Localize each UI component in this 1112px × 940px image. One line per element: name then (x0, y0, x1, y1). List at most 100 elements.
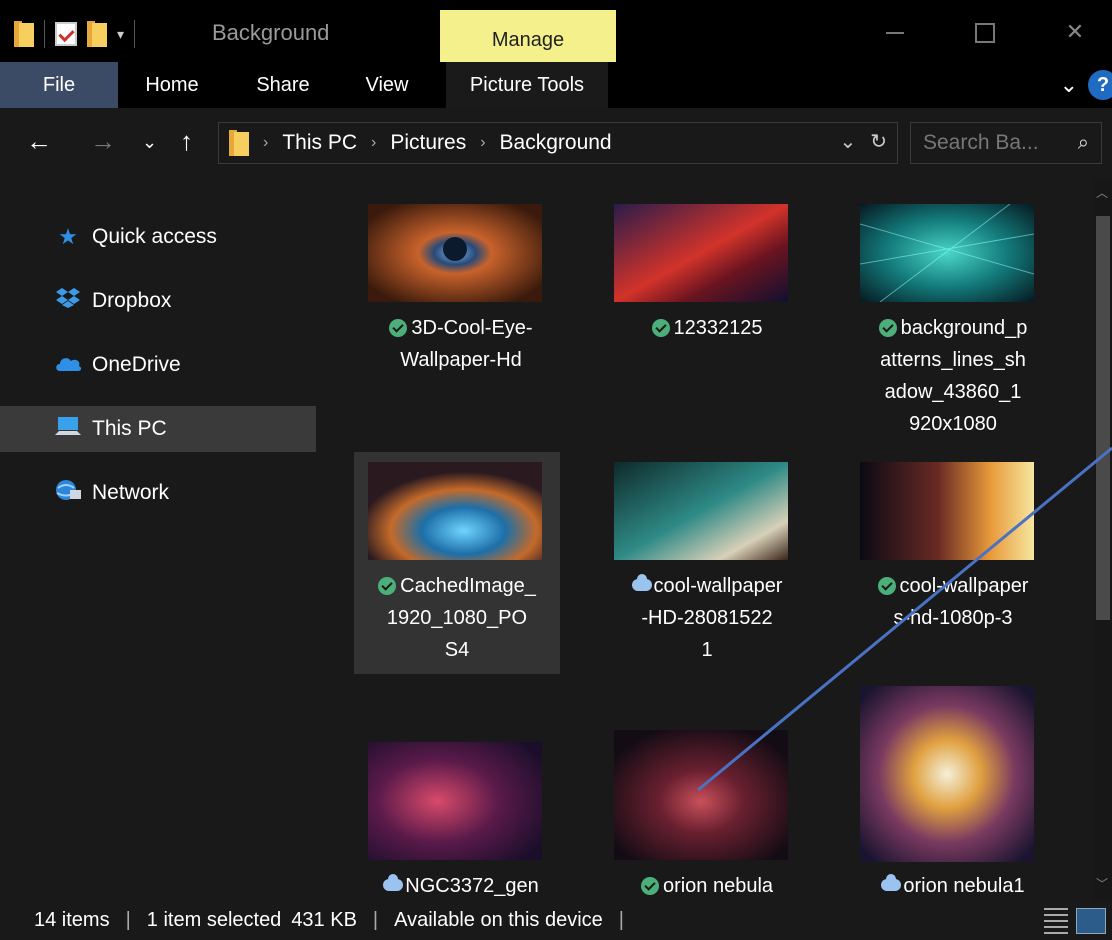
tab-manage[interactable]: Manage (440, 10, 616, 64)
address-bar[interactable]: › This PC › Pictures › Background ⌄ ↻ (218, 122, 898, 164)
tab-picture-tools[interactable]: Picture Tools (446, 62, 608, 108)
sidebar-item-dropbox[interactable]: Dropbox (0, 278, 316, 324)
chevron-right-icon[interactable]: › (263, 134, 268, 152)
forward-arrow-icon[interactable]: → (90, 126, 116, 157)
thumbnail-image (368, 204, 542, 302)
chevron-right-icon[interactable]: › (480, 134, 485, 152)
new-folder-icon[interactable] (87, 21, 107, 47)
up-arrow-icon[interactable]: ↑ (180, 126, 193, 157)
ribbon-tabs: File Home Share View Picture Tools ⌄ ? (0, 62, 1112, 108)
file-name: CachedImage_ 1920_1080_PO S4 (354, 570, 560, 666)
search-input[interactable]: Search Ba... ⌕ (910, 122, 1102, 164)
file-item[interactable]: orion nebula (604, 720, 810, 900)
breadcrumb-pictures[interactable]: Pictures (390, 131, 466, 155)
file-name: NGC3372_gen (358, 870, 564, 900)
sidebar-item-label: Quick access (92, 225, 217, 248)
file-name: orion nebula1 (850, 870, 1056, 900)
star-icon: ★ (58, 224, 78, 249)
scroll-up-arrow-icon[interactable]: ︿ (1096, 184, 1108, 201)
back-arrow-icon[interactable]: ← (26, 126, 52, 157)
file-item[interactable]: cool-wallpaper s-hd-1080p-3 (850, 452, 1056, 674)
sidebar-item-quick-access[interactable]: ★ Quick access (0, 214, 316, 260)
search-icon[interactable]: ⌕ (1078, 132, 1089, 155)
tab-view[interactable]: View (352, 62, 422, 108)
cloud-status-icon (881, 874, 902, 891)
breadcrumb-background[interactable]: Background (500, 131, 612, 155)
scroll-thumb[interactable] (1096, 216, 1110, 620)
expand-ribbon-icon[interactable]: ⌄ (1060, 72, 1078, 98)
customize-toolbar-dropdown[interactable]: ▾ (117, 26, 124, 43)
sidebar-item-label: This PC (92, 417, 167, 440)
item-count: 14 items (34, 908, 110, 931)
dropbox-icon (54, 287, 82, 315)
cloud-status-icon (383, 874, 404, 891)
file-name: cool-wallpaper s-hd-1080p-3 (850, 570, 1056, 634)
selection-size: 431 KB (291, 908, 357, 931)
divider (134, 20, 136, 48)
breadcrumb-this-pc[interactable]: This PC (282, 131, 357, 155)
divider: | (618, 908, 624, 931)
recent-locations-chevron-icon[interactable]: ⌄ (142, 132, 157, 153)
sidebar-item-this-pc[interactable]: This PC (0, 406, 316, 452)
view-toggle (1044, 908, 1106, 934)
thumbnail-image (614, 462, 788, 560)
address-controls: ⌄ ↻ (839, 129, 887, 154)
file-name: orion nebula (604, 870, 810, 900)
refresh-icon[interactable]: ↻ (870, 129, 887, 154)
thumbnail-image (860, 462, 1034, 560)
sync-status-icon (651, 319, 670, 337)
properties-icon[interactable] (55, 22, 77, 46)
folder-icon[interactable] (14, 21, 34, 47)
ribbon-controls: ⌄ ? (1060, 70, 1112, 100)
divider: | (125, 908, 131, 931)
sidebar-item-network[interactable]: Network (0, 470, 316, 516)
tab-file[interactable]: File (0, 62, 118, 108)
file-item[interactable]: cool-wallpaper -HD-28081522 1 (604, 452, 810, 674)
sidebar-item-onedrive[interactable]: OneDrive (0, 342, 316, 388)
selection-info: 1 item selected (146, 908, 282, 931)
thumbnail-image (368, 462, 542, 560)
close-button[interactable]: ✕ (1055, 14, 1095, 50)
sidebar-item-label: OneDrive (92, 353, 181, 376)
maximize-button[interactable] (965, 14, 1005, 50)
vertical-scrollbar[interactable]: ︿ ﹀ (1094, 180, 1112, 900)
file-item[interactable]: NGC3372_gen (358, 732, 564, 900)
thumbnail-image (614, 730, 788, 860)
file-item[interactable]: 12332125 (604, 194, 810, 394)
sync-status-icon (389, 319, 408, 337)
quick-access-toolbar: ▾ (14, 18, 136, 50)
window-title: Background (212, 20, 330, 45)
sidebar-item-label: Dropbox (92, 289, 172, 312)
thumbnail-image (860, 204, 1034, 302)
tab-home[interactable]: Home (128, 62, 216, 108)
tab-share[interactable]: Share (240, 62, 326, 108)
file-name: background_p atterns_lines_sh adow_43860… (878, 317, 1028, 435)
thumbnail-image (614, 204, 788, 302)
file-item-selected[interactable]: CachedImage_ 1920_1080_PO S4 (354, 452, 560, 674)
chevron-right-icon[interactable]: › (371, 134, 376, 152)
scroll-down-arrow-icon[interactable]: ﹀ (1096, 875, 1108, 892)
file-name: 3D-Cool-Eye- Wallpaper-Hd (358, 312, 564, 376)
divider: | (372, 908, 379, 931)
cloud-status-icon (631, 574, 652, 591)
file-item[interactable]: 3D-Cool-Eye- Wallpaper-Hd (358, 194, 564, 394)
computer-icon (54, 415, 82, 443)
minimize-button[interactable] (875, 14, 915, 50)
sync-status-icon (877, 577, 896, 595)
sync-status-icon (378, 577, 397, 595)
file-list: 3D-Cool-Eye- Wallpaper-Hd 12332125 backg… (318, 180, 1094, 900)
folder-icon (229, 130, 249, 156)
file-name: 12332125 (604, 312, 810, 344)
thumbnail-image (368, 742, 542, 860)
status-bar: 14 items | 1 item selected 431 KB | Avai… (0, 900, 1112, 940)
file-item[interactable]: background_p atterns_lines_sh adow_43860… (850, 194, 1056, 454)
details-view-button[interactable] (1044, 908, 1068, 934)
thumbnail-image (860, 686, 1034, 862)
sync-status-icon (878, 319, 897, 337)
address-history-chevron-icon[interactable]: ⌄ (839, 129, 856, 154)
large-icons-view-button[interactable] (1076, 908, 1106, 934)
sync-status-icon (640, 877, 659, 895)
file-name: cool-wallpaper -HD-28081522 1 (604, 570, 810, 666)
file-item[interactable]: orion nebula1 (850, 676, 1056, 900)
help-icon[interactable]: ? (1088, 70, 1112, 100)
